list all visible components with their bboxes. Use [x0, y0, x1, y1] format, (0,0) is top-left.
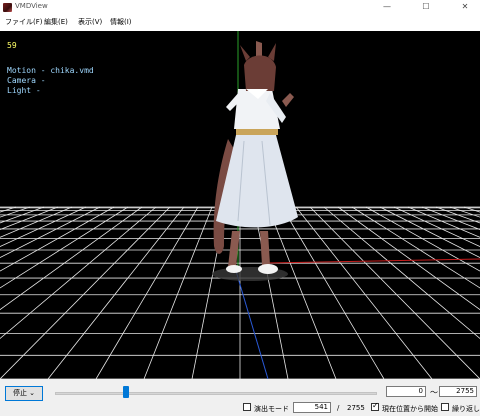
- range-separator: ～: [430, 388, 438, 397]
- grid-line: [0, 206, 45, 224]
- range-end-field[interactable]: 2755: [439, 386, 477, 397]
- grid-line: [143, 206, 213, 379]
- scene-render: [0, 31, 480, 379]
- maximize-button[interactable]: ☐: [413, 0, 439, 14]
- grid-line: [253, 206, 289, 379]
- loop-label: 繰り返し: [452, 405, 480, 413]
- window-title: VMDView: [15, 2, 48, 10]
- menu-info[interactable]: 情報(I): [110, 17, 132, 27]
- menu-view[interactable]: 表示(V): [78, 17, 102, 27]
- grid-line: [0, 206, 171, 379]
- loop-checkbox[interactable]: [441, 403, 449, 411]
- demo-mode-checkbox[interactable]: [243, 403, 251, 411]
- 3d-viewport[interactable]: 59 Motion - chika.vmd Camera - Light -: [0, 31, 480, 379]
- z-axis-line: [235, 270, 269, 379]
- menu-file[interactable]: ファイル(F): [5, 17, 43, 27]
- grid-line: [267, 206, 337, 379]
- app-icon: [3, 3, 12, 12]
- grid-line: [463, 206, 480, 213]
- menu-edit[interactable]: 編集(E): [44, 17, 68, 27]
- frame-counter: 59: [7, 41, 17, 50]
- stop-button-label: 停止: [12, 389, 27, 397]
- grid-line: [95, 206, 199, 379]
- menu-bar: ファイル(F) 編集(E) 表示(V) 情報(I): [0, 15, 480, 29]
- grid-line: [0, 206, 17, 213]
- grid-line: [435, 206, 480, 224]
- current-frame-field[interactable]: 541: [293, 402, 331, 413]
- range-start-field[interactable]: 0: [386, 386, 426, 397]
- x-axis-line: [267, 258, 480, 264]
- title-bar: VMDView — ☐ ✕: [0, 0, 480, 14]
- stop-button[interactable]: 停止 ⌄: [5, 386, 43, 401]
- grid-line: [0, 206, 129, 289]
- seek-slider-thumb[interactable]: [122, 386, 129, 398]
- playback-controls: 停止 ⌄ 0 ～ 2755 演出モード 541 / 2755 現在位置から開始 …: [0, 379, 480, 416]
- grid-line: [0, 206, 73, 238]
- seek-slider-track[interactable]: [55, 392, 377, 395]
- minimize-button[interactable]: —: [374, 0, 400, 14]
- demo-mode-label: 演出モード: [254, 405, 289, 413]
- grid-line: [0, 206, 87, 247]
- total-frames: 2755: [347, 404, 365, 412]
- dropdown-indicator-icon: ⌄: [26, 389, 36, 397]
- floor-grid: [0, 206, 480, 379]
- start-from-current-checkbox[interactable]: [371, 401, 379, 411]
- grid-line: [365, 206, 480, 272]
- frame-separator: /: [337, 404, 340, 412]
- grid-line: [0, 206, 143, 311]
- motion-info: Motion - chika.vmd: [7, 66, 94, 75]
- grid-line: [393, 206, 480, 247]
- dancing-character: [213, 41, 298, 274]
- start-from-current-label: 現在位置から開始: [382, 405, 438, 413]
- grid-line: [407, 206, 480, 238]
- camera-info: Camera -: [7, 76, 46, 85]
- grid-line: [309, 206, 480, 379]
- light-info: Light -: [7, 86, 41, 95]
- grid-line: [337, 206, 480, 311]
- close-button[interactable]: ✕: [452, 0, 478, 14]
- grid-line: [0, 206, 115, 272]
- grid-line: [351, 206, 480, 289]
- grid-line: [281, 206, 385, 379]
